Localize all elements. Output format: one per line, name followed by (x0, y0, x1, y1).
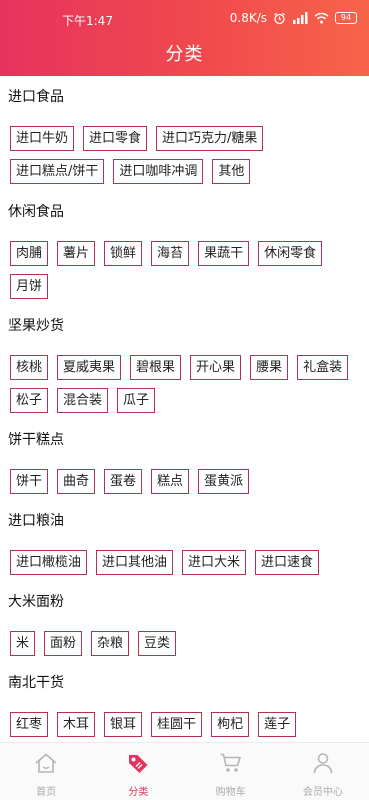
category-tag[interactable]: 蛋卷 (104, 469, 143, 494)
category-list[interactable]: 进口食品 进口牛奶 进口零食 进口巧克力/糖果 进口糕点/饼干 进口咖啡冲调 其… (0, 76, 369, 742)
home-icon (34, 752, 58, 778)
tab-label: 分类 (128, 787, 149, 798)
tab-label: 首页 (36, 787, 57, 798)
category-tag[interactable]: 礼盒装 (297, 355, 349, 380)
category-tag[interactable]: 木耳 (57, 712, 96, 737)
category-tag[interactable]: 开心果 (190, 355, 242, 380)
section-title: 进口食品 (8, 89, 64, 105)
category-tag[interactable]: 锁鲜 (104, 241, 143, 266)
category-tag[interactable]: 肉脯 (10, 241, 49, 266)
category-tag[interactable]: 进口橄榄油 (10, 550, 88, 575)
category-tag[interactable]: 银耳 (104, 712, 143, 737)
category-tag[interactable]: 糕点 (151, 469, 190, 494)
category-tag[interactable]: 核桃 (10, 355, 49, 380)
status-time: 下午1:47 (62, 14, 113, 28)
category-tag[interactable]: 进口零食 (83, 126, 148, 151)
category-tag[interactable]: 枸杞 (211, 712, 250, 737)
category-tag[interactable]: 杂粮 (91, 631, 130, 656)
category-tag[interactable]: 饼干 (10, 469, 49, 494)
category-tag[interactable]: 米 (10, 631, 36, 656)
tag-list: 饼干 曲奇 蛋卷 糕点 蛋黄派 (10, 469, 360, 494)
category-tag[interactable]: 进口大米 (182, 550, 247, 575)
page-title: 分类 (165, 44, 204, 65)
signal-icon (292, 12, 308, 24)
tag-list: 米 面粉 杂粮 豆类 (10, 631, 360, 656)
tag-list: 进口橄榄油 进口其他油 进口大米 进口速食 (10, 550, 360, 575)
category-tag[interactable]: 蛋黄派 (198, 469, 250, 494)
cart-icon (219, 752, 243, 778)
tab-cart[interactable]: 购物车 (185, 743, 277, 800)
network-speed: 0.8K/s (229, 11, 267, 25)
section-title: 坚果炒货 (8, 318, 64, 334)
status-bar: 下午1:47 0.8K/s 94 (0, 0, 369, 36)
category-tag[interactable]: 休闲零食 (258, 241, 323, 266)
tag-icon (126, 752, 150, 778)
category-tag[interactable]: 混合装 (57, 388, 109, 413)
category-tag[interactable]: 桂圆干 (151, 712, 203, 737)
category-tag[interactable]: 腰果 (250, 355, 289, 380)
user-icon (311, 752, 335, 778)
category-tag[interactable]: 曲奇 (57, 469, 96, 494)
tag-list: 核桃 夏威夷果 碧根果 开心果 腰果 礼盒装 松子 混合装 瓜子 (10, 355, 360, 413)
tag-list: 肉脯 薯片 锁鲜 海苔 果蔬干 休闲零食 月饼 (10, 241, 360, 299)
category-tag[interactable]: 进口咖啡冲调 (113, 159, 204, 184)
tab-label: 会员中心 (302, 787, 343, 798)
category-tag[interactable]: 其他 (212, 159, 251, 184)
section-title: 进口粮油 (8, 513, 64, 529)
category-tag[interactable]: 瓜子 (117, 388, 156, 413)
category-tag[interactable]: 豆类 (138, 631, 177, 656)
category-tag[interactable]: 进口速食 (255, 550, 320, 575)
status-indicators: 0.8K/s 94 (230, 11, 357, 25)
tab-category[interactable]: 分类 (92, 743, 184, 800)
category-tag[interactable]: 进口糕点/饼干 (10, 159, 105, 184)
category-tag[interactable]: 薯片 (57, 241, 96, 266)
category-tag[interactable]: 月饼 (10, 274, 49, 299)
category-tag[interactable]: 碧根果 (130, 355, 182, 380)
category-tag[interactable]: 进口牛奶 (10, 126, 75, 151)
section-title: 休闲食品 (8, 204, 64, 220)
category-tag[interactable]: 莲子 (258, 712, 297, 737)
tab-label: 购物车 (215, 787, 246, 798)
tag-list: 进口牛奶 进口零食 进口巧克力/糖果 进口糕点/饼干 进口咖啡冲调 其他 (10, 126, 360, 184)
category-tag[interactable]: 面粉 (44, 631, 83, 656)
wifi-icon (314, 12, 329, 24)
category-tag[interactable]: 进口巧克力/糖果 (156, 126, 264, 151)
alarm-icon (273, 12, 286, 25)
category-tag[interactable]: 进口其他油 (96, 550, 174, 575)
category-tag[interactable]: 松子 (10, 388, 49, 413)
battery-icon: 94 (335, 12, 357, 24)
category-tag[interactable]: 果蔬干 (198, 241, 250, 266)
bottom-tab-bar: 首页 分类 购物车 会员中心 (0, 742, 369, 800)
tab-member[interactable]: 会员中心 (277, 743, 369, 800)
category-tag[interactable]: 海苔 (151, 241, 190, 266)
category-tag[interactable]: 红枣 (10, 712, 49, 737)
tag-list: 红枣 木耳 银耳 桂圆干 枸杞 莲子 (10, 712, 360, 737)
app-header: 下午1:47 0.8K/s 94 分类 (0, 0, 369, 76)
section-title: 大米面粉 (8, 594, 64, 610)
section-title: 南北干货 (8, 675, 64, 691)
tab-home[interactable]: 首页 (0, 743, 92, 800)
category-tag[interactable]: 夏威夷果 (57, 355, 122, 380)
section-title: 饼干糕点 (8, 432, 64, 448)
